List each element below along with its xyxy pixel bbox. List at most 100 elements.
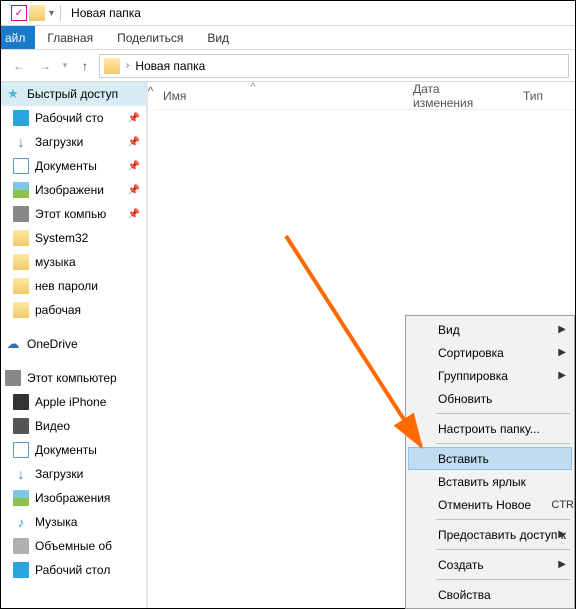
context-menu: Вид▶Сортировка▶Группировка▶Обновить Настр… [405,315,575,609]
context-menu-item[interactable]: Группировка▶ [408,364,572,387]
tab-view[interactable]: Вид [195,26,241,49]
sidebar-item-label: Документы [35,159,97,173]
pin-icon: 📌 [128,137,140,148]
sidebar-onedrive[interactable]: ☁ OneDrive [1,332,146,356]
sidebar-item-label: Этот компьютер [27,371,117,385]
pin-icon: 📌 [128,185,140,196]
tab-share[interactable]: Поделиться [105,26,195,49]
pin-icon: 📌 [128,161,140,172]
sidebar-item[interactable]: ♪ Музыка [1,510,146,534]
qat-dropdown-icon[interactable]: ▾ [49,8,54,19]
sidebar-item-label: Видео [35,419,70,433]
column-date[interactable]: Дата изменения [403,82,513,110]
sidebar-item[interactable]: Изображения [1,486,146,510]
address-bar: ← → ▾ ↑ › Новая папка [1,50,575,82]
context-menu-item[interactable]: Настроить папку... [408,417,572,440]
cloud-icon: ☁ [5,336,21,352]
sidebar-item[interactable]: Изображени 📌 [1,178,146,202]
qat-folder-icon[interactable] [29,5,45,21]
folder-icon [104,58,120,74]
folder-icon [13,302,29,318]
tab-file[interactable]: айл [1,26,35,49]
sidebar-item[interactable]: Этот компью📌 [1,202,146,226]
context-menu-item[interactable]: Отменить НовоеCTR [408,493,572,516]
sidebar-item[interactable]: Документы [1,438,146,462]
sidebar-item-label: Рабочий сто [35,111,104,125]
sidebar-item[interactable]: Рабочий стол [1,558,146,582]
sidebar-item[interactable]: Документы 📌 [1,154,146,178]
folder-icon [5,5,9,21]
sidebar-item[interactable]: Apple iPhone [1,390,146,414]
sidebar-item[interactable]: музыка [1,250,146,274]
image-icon [13,490,29,506]
menu-item-label: Предоставить доступ к [438,528,566,542]
sidebar-item-label: рабочая [35,303,81,317]
nav-back-button[interactable]: ← [7,54,31,78]
submenu-arrow-icon: ▶ [558,347,566,358]
menu-item-label: Свойства [438,588,491,602]
sidebar-item[interactable]: System32 [1,226,146,250]
download-icon: ↓ [13,466,29,482]
sidebar-item-label: System32 [35,231,88,245]
submenu-arrow-icon: ▶ [558,324,566,335]
sidebar-item-label: Музыка [35,515,77,529]
menu-separator [436,549,570,550]
navigation-pane: ★ Быстрый доступ Рабочий сто📌↓Загрузки📌Д… [1,82,147,608]
sidebar-item-label: Изображени [35,183,104,197]
pane-divider[interactable]: ^ [147,82,153,608]
sidebar-item-label: OneDrive [27,337,78,351]
menu-separator [436,443,570,444]
context-menu-item[interactable]: Обновить [408,387,572,410]
nav-up-button[interactable]: ↑ [73,54,97,78]
pc-icon [13,206,29,222]
nav-forward-button[interactable]: → [33,54,57,78]
sidebar-item-label: Документы [35,443,97,457]
breadcrumb[interactable]: Новая папка [135,59,205,73]
folder-icon [13,254,29,270]
sidebar-item[interactable]: ↓Загрузки [1,462,146,486]
context-menu-item[interactable]: Вставить [408,447,572,470]
sidebar-item[interactable]: рабочая [1,298,146,322]
download-icon: ↓ [13,134,29,150]
sidebar-item[interactable]: Видео [1,414,146,438]
video-icon [13,418,29,434]
desktop-icon [13,110,29,126]
column-type[interactable]: Тип [513,89,563,103]
sidebar-item-label: Загрузки [35,135,83,149]
sidebar-item[interactable]: ↓ Загрузки 📌 [1,130,146,154]
window-title: Новая папка [71,6,141,20]
context-menu-item[interactable]: Создать▶ [408,553,572,576]
pc-icon [5,370,21,386]
document-icon [13,158,29,174]
sidebar-item-label: Объемные об [35,539,112,553]
star-icon: ★ [5,86,21,102]
menu-item-label: Создать [438,558,484,572]
sidebar-this-pc[interactable]: Этот компьютер [1,366,146,390]
folder-icon [13,230,29,246]
phone-icon [13,394,29,410]
sidebar-item-label: нев пароли [35,279,98,293]
chevron-right-icon[interactable]: › [126,60,129,71]
sidebar-item-label: Apple iPhone [35,395,106,409]
sidebar-item[interactable]: Рабочий сто 📌 [1,106,146,130]
context-menu-item[interactable]: Вставить ярлык [408,470,572,493]
sidebar-item[interactable]: Объемные об [1,534,146,558]
context-menu-item[interactable]: Свойства [408,583,572,606]
context-menu-item[interactable]: Предоставить доступ к▶ [408,523,572,546]
sidebar-item[interactable]: нев пароли [1,274,146,298]
qat-properties-icon[interactable]: ✓ [11,5,27,21]
pin-icon: 📌 [128,113,140,124]
menu-item-label: Отменить Новое [438,498,531,512]
menu-separator [436,519,570,520]
context-menu-item[interactable]: Сортировка▶ [408,341,572,364]
sidebar-quick-access[interactable]: ★ Быстрый доступ [1,82,146,106]
tab-home[interactable]: Главная [35,26,105,49]
music-icon: ♪ [13,514,29,530]
menu-item-label: Вставить ярлык [438,475,526,489]
context-menu-item[interactable]: Вид▶ [408,318,572,341]
document-icon [13,442,29,458]
column-name[interactable]: Имя [153,89,403,103]
sidebar-item-label: Быстрый доступ [27,87,118,101]
address-input[interactable]: › Новая папка [99,54,569,78]
nav-recent-dropdown[interactable]: ▾ [59,54,71,78]
